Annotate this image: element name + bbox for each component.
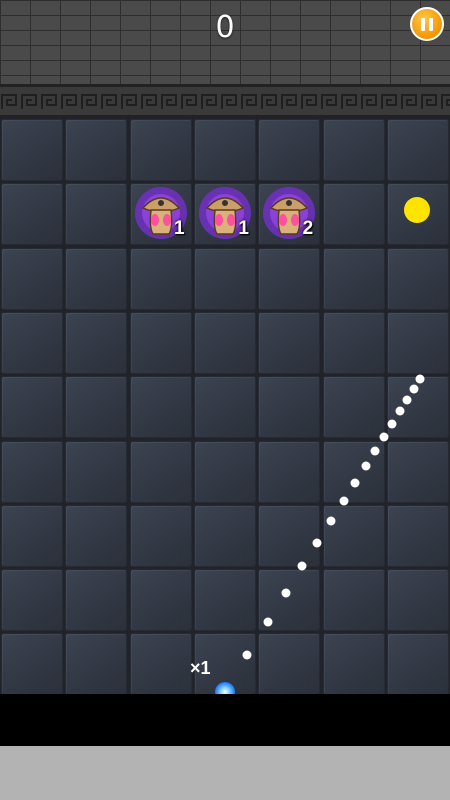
aim-dot: [370, 446, 380, 456]
board-tile: [1, 504, 63, 567]
extra-ball-icon: [404, 197, 430, 223]
board-tile: [193, 504, 256, 567]
dungeon-wall-header: 0: [0, 0, 450, 118]
board-tile: [65, 183, 128, 246]
aim-dot: [339, 496, 349, 506]
board-tile: [258, 376, 321, 439]
mushroom-monster-icon: 1: [133, 184, 189, 240]
board-tile: [386, 247, 449, 310]
aim-dot: [281, 588, 291, 598]
board-tile: [322, 247, 385, 310]
meander-pattern: [0, 93, 450, 111]
aim-dot: [409, 384, 419, 394]
aim-dot: [297, 561, 307, 571]
board-tile: [65, 311, 128, 374]
monster-hit-count: 2: [302, 218, 314, 240]
board-tile: [1, 311, 63, 374]
board-tile: [386, 119, 449, 181]
board-tile: [65, 440, 128, 503]
board-tile: [193, 569, 256, 632]
board-tile: [258, 440, 321, 503]
board-tile: [129, 247, 192, 310]
board-tile: [65, 504, 128, 567]
aim-dot: [263, 617, 273, 627]
board-tile: [129, 376, 192, 439]
board-tile: [1, 119, 63, 181]
board-tile: [322, 376, 385, 439]
pause-icon[interactable]: [419, 17, 435, 31]
board-tile: [386, 311, 449, 374]
board-tile: [258, 247, 321, 310]
board-tile: [129, 119, 192, 181]
meander-border: [0, 84, 450, 118]
mushroom-monster-icon: 2: [261, 184, 317, 240]
board-tile: [129, 311, 192, 374]
aim-dot: [312, 538, 322, 548]
monster-hit-count: 1: [174, 218, 185, 240]
aim-dot: [361, 461, 371, 471]
aim-dot: [379, 432, 389, 442]
floor-strip: [0, 694, 450, 746]
board-tile: [386, 569, 449, 632]
board-tile: [322, 633, 385, 696]
aim-dot: [350, 478, 360, 488]
aim-dot: [395, 406, 405, 416]
board-tile: [193, 440, 256, 503]
board-tile: [1, 376, 63, 439]
board-tile: [258, 504, 321, 567]
board-tile: [1, 440, 63, 503]
board-tile: [129, 633, 192, 696]
board-tile: [258, 311, 321, 374]
board-tile: [258, 633, 321, 696]
board-tile: [1, 247, 63, 310]
board-tile: [322, 311, 385, 374]
board-tile: [322, 183, 385, 246]
game-board[interactable]: 1 1 2: [0, 118, 450, 696]
aim-dot: [326, 516, 336, 526]
board-tile: [129, 440, 192, 503]
board-tile: [1, 183, 63, 246]
board-tile: [386, 504, 449, 567]
monster-hit-count: 1: [238, 218, 249, 240]
board-tile: [322, 504, 385, 567]
board-tile: [65, 569, 128, 632]
board-tile: [322, 569, 385, 632]
board-tile: [129, 504, 192, 567]
pause-button[interactable]: [410, 7, 444, 41]
board-tile: [386, 633, 449, 696]
board-tile: [65, 376, 128, 439]
aim-dot: [402, 395, 412, 405]
board-tile: [1, 569, 63, 632]
board-tile: [258, 119, 321, 181]
board-tile: [386, 440, 449, 503]
board-tile: [65, 633, 128, 696]
aim-dot: [387, 419, 397, 429]
board-tile: [322, 119, 385, 181]
mushroom-monster-icon: 1: [197, 184, 253, 240]
ball-count: ×1: [190, 658, 211, 678]
board-tile: [65, 247, 128, 310]
board-tile: [193, 376, 256, 439]
aim-dot: [415, 374, 425, 384]
board-tile: [65, 119, 128, 181]
aim-dot: [242, 650, 252, 660]
board-tile: [129, 569, 192, 632]
bottom-bar: [0, 746, 450, 800]
board-tile: [193, 311, 256, 374]
board-tile: [193, 119, 256, 181]
board-tile: [1, 633, 63, 696]
board-tile: [193, 247, 256, 310]
score-counter: 0: [215, 10, 235, 45]
